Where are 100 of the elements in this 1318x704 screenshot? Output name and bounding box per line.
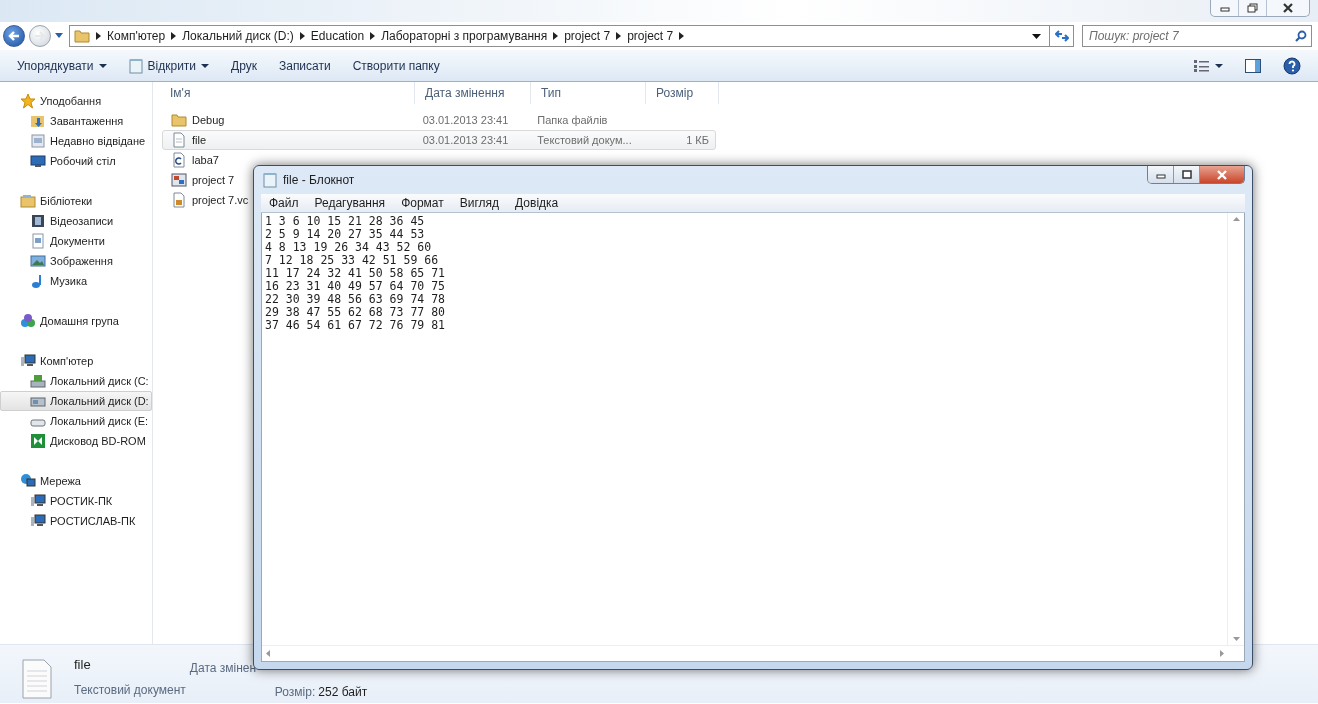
menu-item[interactable]: Довідка	[507, 194, 567, 212]
scroll-right-icon	[1220, 650, 1224, 657]
text-line: 22 30 39 48 56 63 69 74 78	[265, 293, 445, 306]
list-view-icon	[1194, 59, 1210, 72]
text-line: 16 23 31 40 49 57 64 70 75	[265, 280, 445, 293]
file-row[interactable]: project 7.vc	[162, 190, 252, 210]
modified-date: 03.01.2013 23:41	[422, 113, 509, 126]
computer-icon	[30, 513, 46, 529]
column-header[interactable]: Тип	[531, 82, 646, 104]
column-header[interactable]: Дата змінення	[415, 82, 531, 104]
picture-icon	[30, 253, 46, 269]
minimize-button[interactable]	[1148, 166, 1174, 183]
breadcrumb-link[interactable]: Комп'ютер	[107, 27, 166, 45]
address-bar[interactable]: Комп'ютер Локальний диск (D:) Education Лабораторні з програмування project 7 project 7	[69, 25, 1050, 47]
project-icon	[171, 172, 187, 188]
c-file-icon	[171, 152, 187, 168]
breadcrumb-link[interactable]: project 7	[627, 27, 674, 45]
toolbar-button[interactable]: Створити папку	[343, 53, 449, 78]
chevron-icon	[370, 32, 376, 40]
chevron-icon	[299, 32, 305, 40]
file-size: 1 КБ	[686, 133, 709, 146]
sidebar-item[interactable]: Локальний диск (C:	[0, 371, 152, 391]
caret-icon	[201, 63, 210, 68]
restore-icon	[1247, 3, 1258, 13]
sidebar-group[interactable]: Домашня група	[0, 311, 152, 331]
maximize-button[interactable]	[1174, 166, 1200, 183]
modified-date: 03.01.2013 23:41	[422, 133, 509, 146]
sidebar-item[interactable]: Робочий стіл	[0, 151, 152, 171]
sidebar-item[interactable]: Відеозаписи	[0, 211, 152, 231]
breadcrumb-link[interactable]: Education	[310, 27, 365, 45]
folder-icon	[74, 28, 90, 44]
size-value: 252 байт	[318, 684, 368, 701]
computer-icon	[30, 493, 46, 509]
date-label: Дата змінен	[189, 660, 258, 677]
back-button[interactable]	[3, 25, 25, 47]
sidebar-item[interactable]: РОСТИСЛАВ-ПК	[0, 511, 152, 531]
folder-icon	[171, 112, 187, 128]
chevron-icon	[679, 32, 685, 40]
toolbar-button[interactable]: Упорядкувати	[8, 53, 116, 78]
help-icon	[1283, 56, 1301, 75]
forward-arrow-icon	[34, 31, 46, 41]
sidebar-group[interactable]: Уподобання	[0, 91, 152, 111]
sidebar-item[interactable]: Недавно відвідане	[0, 131, 152, 151]
file-row[interactable]: project 7	[162, 170, 238, 190]
sidebar-item[interactable]: Дисковод BD-ROM	[0, 431, 152, 451]
star-icon	[20, 93, 36, 109]
file-row[interactable]: file 03.01.2013 23:41 Текстовий докум... 1 КБ	[162, 130, 716, 150]
close-icon	[1216, 169, 1228, 180]
sidebar-item[interactable]: Зображення	[0, 251, 152, 271]
maximize-icon	[1181, 170, 1192, 179]
network-icon	[20, 473, 36, 489]
breadcrumb-link[interactable]: Лабораторні з програмування	[381, 27, 548, 45]
notepad-icon	[128, 57, 143, 74]
film-icon	[30, 213, 46, 229]
sidebar-item[interactable]: Локальний диск (D:	[0, 391, 152, 411]
menu-item[interactable]: Вигляд	[451, 194, 508, 212]
menu-item[interactable]: Файл	[261, 194, 307, 212]
column-header[interactable]: Розмір	[646, 82, 719, 104]
folder-icon	[30, 113, 46, 129]
sidebar-group[interactable]: Комп'ютер	[0, 351, 152, 371]
file-row[interactable]: laba7	[162, 150, 222, 170]
file-row[interactable]: Debug 03.01.2013 23:41 Папка файлів	[162, 110, 716, 130]
refresh-icon	[1054, 30, 1069, 42]
text-line: 2 5 9 14 20 27 35 44 53	[265, 228, 425, 241]
document-icon	[30, 233, 46, 249]
chevron-icon	[553, 32, 559, 40]
computer-icon	[20, 353, 36, 369]
text-line: 29 38 47 55 62 68 73 77 80	[265, 306, 445, 319]
document-icon	[171, 132, 187, 148]
toolbar-button[interactable]: Записати	[269, 53, 340, 78]
search-icon	[1295, 30, 1307, 42]
sidebar-item[interactable]: Локальний диск (E:	[0, 411, 152, 431]
size-label: Розмір:	[274, 684, 316, 701]
recent-icon	[30, 133, 46, 149]
text-line: 7 12 18 25 33 42 51 59 66	[265, 254, 439, 267]
project-file-icon	[171, 192, 187, 208]
menu-item[interactable]: Формат	[393, 194, 452, 212]
file-type: Текстовий документ	[74, 681, 186, 699]
column-header[interactable]: Ім'я	[160, 82, 415, 104]
toolbar-button[interactable]: Друк	[222, 53, 266, 78]
caret-icon	[1215, 63, 1223, 68]
search-field[interactable]: Пошук: project 7	[1082, 25, 1312, 47]
breadcrumb-link[interactable]: Локальний диск (D:)	[182, 27, 294, 45]
preview-pane-icon	[1245, 58, 1261, 73]
file-type: Папка файлів	[537, 113, 608, 126]
sidebar-item[interactable]: РОСТИК-ПК	[0, 491, 152, 511]
sidebar-group[interactable]: Мережа	[0, 471, 152, 491]
breadcrumb-link[interactable]: project 7	[564, 27, 611, 45]
drive-icon	[30, 373, 46, 389]
window-title: file - Блокнот	[283, 172, 355, 189]
toolbar-button[interactable]: Відкрити	[119, 53, 219, 78]
sidebar-item[interactable]: Завантаження	[0, 111, 152, 131]
sidebar-item[interactable]: Музика	[0, 271, 152, 291]
sidebar-item[interactable]: Документи	[0, 231, 152, 251]
menu-item[interactable]: Редагування	[306, 194, 394, 212]
chevron-icon	[96, 32, 101, 40]
file-name: laba7	[192, 152, 219, 168]
refresh-button[interactable]	[1050, 25, 1074, 47]
text-line: 11 17 24 32 41 50 58 65 71	[265, 267, 445, 280]
sidebar-group[interactable]: Бібліотеки	[0, 191, 152, 211]
